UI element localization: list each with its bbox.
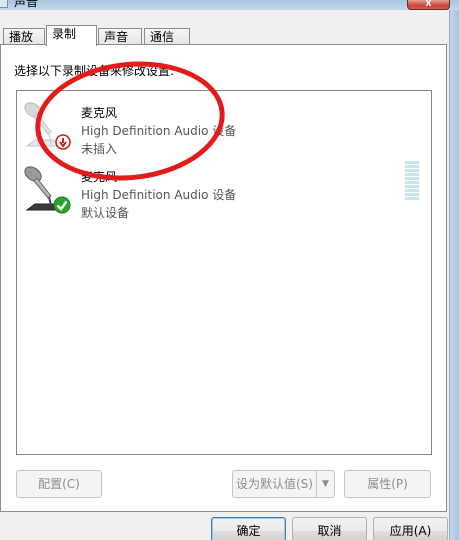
- speaker-icon: [0, 0, 8, 8]
- recording-device-list[interactable]: 麦克风 High Definition Audio 设备 未插入 麦克风 Hig…: [16, 90, 432, 455]
- device-status: 默认设备: [81, 206, 130, 220]
- instruction-text: 选择以下录制设备来修改设置:: [14, 64, 175, 78]
- input-level-meter: [405, 161, 419, 203]
- device-microphone-unplugged[interactable]: 麦克风 High Definition Audio 设备 未插入: [17, 94, 431, 158]
- device-name: 麦克风: [81, 106, 118, 120]
- configure-button[interactable]: 配置(C): [16, 470, 102, 498]
- device-description: High Definition Audio 设备: [81, 188, 237, 202]
- tab-recording[interactable]: 录制: [46, 25, 97, 46]
- dropdown-arrow-icon[interactable]: ▼: [316, 471, 334, 497]
- properties-button[interactable]: 属性(P): [344, 470, 431, 498]
- device-name: 麦克风: [81, 170, 118, 184]
- device-status: 未插入: [81, 142, 118, 156]
- set-default-label: 设为默认值(S): [236, 477, 313, 491]
- unplugged-status-icon: [55, 134, 71, 150]
- apply-button[interactable]: 应用(A): [373, 517, 448, 540]
- default-device-check-icon: [53, 196, 71, 214]
- ok-button[interactable]: 确定: [211, 517, 286, 540]
- device-microphone-default[interactable]: 麦克风 High Definition Audio 设备 默认设备: [17, 158, 431, 222]
- device-description: High Definition Audio 设备: [81, 124, 237, 138]
- window-title: 声音: [14, 0, 39, 9]
- window-frame: [449, 10, 459, 540]
- title-bar: 声音 X: [0, 0, 459, 10]
- set-default-button[interactable]: 设为默认值(S) ▼: [232, 470, 335, 498]
- close-button[interactable]: X: [407, 0, 450, 10]
- cancel-button[interactable]: 取消: [292, 517, 367, 540]
